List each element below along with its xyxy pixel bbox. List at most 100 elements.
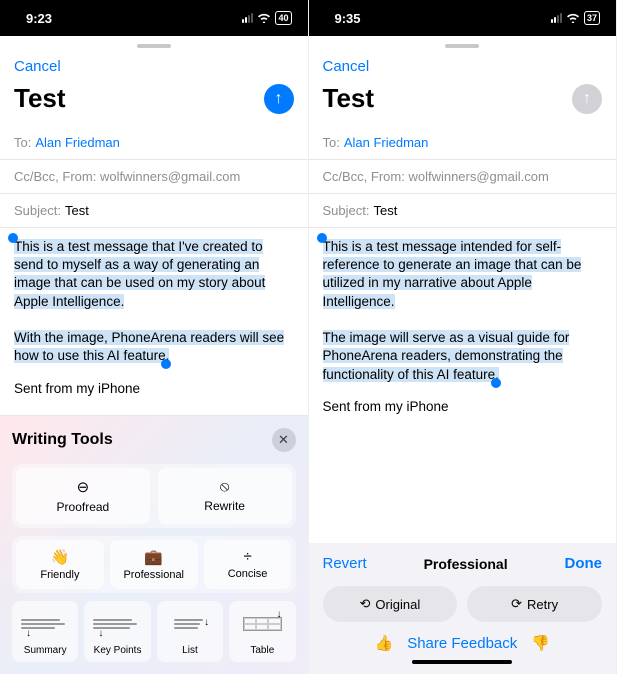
done-button[interactable]: Done xyxy=(565,555,603,572)
sheet-handle[interactable] xyxy=(445,44,479,48)
keypoints-button[interactable]: ↓ Key Points xyxy=(84,601,150,662)
friendly-button[interactable]: 👋 Friendly xyxy=(16,540,104,589)
professional-label: Professional xyxy=(123,569,184,581)
retry-button[interactable]: ⟳ Retry xyxy=(467,586,602,622)
selection-end-handle[interactable] xyxy=(161,359,171,369)
table-label: Table xyxy=(250,645,274,656)
subject-label: Subject: xyxy=(323,203,370,218)
to-value: Alan Friedman xyxy=(35,135,120,150)
original-button[interactable]: ⟲ Original xyxy=(323,586,458,622)
to-label: To: xyxy=(323,135,340,150)
ccbcc-value: Cc/Bcc, From: wolfwinners@gmail.com xyxy=(14,169,240,184)
close-button[interactable]: ✕ xyxy=(272,428,296,452)
table-preview-icon: ↓ xyxy=(233,607,291,641)
ccbcc-value: Cc/Bcc, From: wolfwinners@gmail.com xyxy=(323,169,549,184)
briefcase-icon: 💼 xyxy=(144,548,163,566)
title-row: Test ↑ xyxy=(309,81,617,126)
proofread-label: Proofread xyxy=(57,500,110,514)
phone-right: 9:35 37 Cancel Test ↑ To: Alan Friedman … xyxy=(309,0,617,674)
rewrite-icon: ⦸ xyxy=(220,478,230,495)
proofread-button[interactable]: ⊖ Proofread xyxy=(16,468,150,524)
list-button[interactable]: ↓ List xyxy=(157,601,223,662)
subject-field[interactable]: Subject: Test xyxy=(0,194,308,228)
keypoints-preview-icon: ↓ xyxy=(88,607,146,641)
cancel-button[interactable]: Cancel xyxy=(14,58,61,75)
to-value: Alan Friedman xyxy=(344,135,429,150)
retry-label: Retry xyxy=(527,597,558,612)
keypoints-label: Key Points xyxy=(94,645,142,656)
original-label: Original xyxy=(375,597,420,612)
rewrite-label: Rewrite xyxy=(204,499,245,513)
to-field[interactable]: To: Alan Friedman xyxy=(0,126,308,160)
retry-icon: ⟳ xyxy=(511,596,522,612)
status-indicators: 40 xyxy=(242,11,291,26)
share-feedback-button[interactable]: Share Feedback xyxy=(407,635,517,652)
top-row: Cancel xyxy=(0,52,308,81)
cellular-signal-icon xyxy=(551,13,562,23)
subject-value: Test xyxy=(65,203,89,218)
close-icon: ✕ xyxy=(278,432,289,448)
writing-tools-title: Writing Tools xyxy=(12,431,113,449)
selection-start-handle[interactable] xyxy=(8,233,18,243)
to-label: To: xyxy=(14,135,31,150)
home-indicator[interactable] xyxy=(412,660,512,664)
table-button[interactable]: ↓ Table xyxy=(229,601,295,662)
wifi-icon xyxy=(257,11,271,26)
clock-back-icon: ⟲ xyxy=(360,596,371,612)
selection-end-handle[interactable] xyxy=(491,378,501,388)
thumbs-down-icon: 👎 xyxy=(531,635,550,652)
cancel-button[interactable]: Cancel xyxy=(323,58,370,75)
email-title: Test xyxy=(14,83,66,114)
email-body[interactable]: This is a test message that I've created… xyxy=(0,228,308,406)
body-paragraph-2: With the image, PhoneArena readers will … xyxy=(14,330,284,363)
professional-button[interactable]: 💼 Professional xyxy=(110,540,198,589)
email-title: Test xyxy=(323,83,375,114)
rewrite-button[interactable]: ⦸ Rewrite xyxy=(158,468,292,524)
title-row: Test ↑ xyxy=(0,81,308,126)
thumbs-down-button[interactable]: 👎 xyxy=(531,634,550,652)
result-panel: Revert Professional Done ⟲ Original ⟳ Re… xyxy=(309,543,617,674)
signature: Sent from my iPhone xyxy=(323,398,603,416)
feedback-row: 👍 Share Feedback 👎 xyxy=(323,634,603,652)
body-paragraph-1: This is a test message that I've created… xyxy=(14,239,265,309)
subject-field[interactable]: Subject: Test xyxy=(309,194,617,228)
writing-tools-panel: Writing Tools ✕ ⊖ Proofread ⦸ Rewrite 👋 … xyxy=(0,415,308,674)
status-indicators: 37 xyxy=(551,11,600,26)
result-mode-title: Professional xyxy=(424,556,508,572)
to-field[interactable]: To: Alan Friedman xyxy=(309,126,617,160)
sheet-handle[interactable] xyxy=(137,44,171,48)
status-time: 9:35 xyxy=(325,11,361,26)
friendly-label: Friendly xyxy=(40,569,79,581)
status-bar: 9:35 37 xyxy=(309,0,617,36)
selection-start-handle[interactable] xyxy=(317,233,327,243)
battery-indicator: 37 xyxy=(584,11,600,25)
battery-indicator: 40 xyxy=(275,11,291,25)
concise-button[interactable]: ⁤÷ Concise xyxy=(204,540,292,589)
body-paragraph-1: This is a test message intended for self… xyxy=(323,239,582,309)
send-button[interactable]: ↑ xyxy=(572,84,602,114)
concise-label: Concise xyxy=(228,568,268,580)
arrow-up-icon: ↑ xyxy=(583,90,591,108)
arrow-up-icon: ↑ xyxy=(275,90,283,108)
email-body[interactable]: This is a test message intended for self… xyxy=(309,228,617,424)
summary-label: Summary xyxy=(24,645,67,656)
cellular-signal-icon xyxy=(242,13,253,23)
phone-left: 9:23 40 Cancel Test ↑ To: Alan Friedman … xyxy=(0,0,309,674)
top-row: Cancel xyxy=(309,52,617,81)
ccbcc-field[interactable]: Cc/Bcc, From: wolfwinners@gmail.com xyxy=(309,160,617,194)
magnifier-icon: ⊖ xyxy=(77,478,90,496)
subject-value: Test xyxy=(373,203,397,218)
list-preview-icon: ↓ xyxy=(161,607,219,641)
status-bar: 9:23 40 xyxy=(0,0,308,36)
summary-button[interactable]: ↓ Summary xyxy=(12,601,78,662)
wifi-icon xyxy=(566,11,580,26)
wave-icon: 👋 xyxy=(51,548,70,566)
list-label: List xyxy=(182,645,198,656)
revert-button[interactable]: Revert xyxy=(323,555,367,572)
thumbs-up-icon: 👍 xyxy=(375,635,394,652)
thumbs-up-button[interactable]: 👍 xyxy=(375,634,394,652)
body-paragraph-2: The image will serve as a visual guide f… xyxy=(323,330,570,381)
ccbcc-field[interactable]: Cc/Bcc, From: wolfwinners@gmail.com xyxy=(0,160,308,194)
status-time: 9:23 xyxy=(16,11,52,26)
send-button[interactable]: ↑ xyxy=(264,84,294,114)
